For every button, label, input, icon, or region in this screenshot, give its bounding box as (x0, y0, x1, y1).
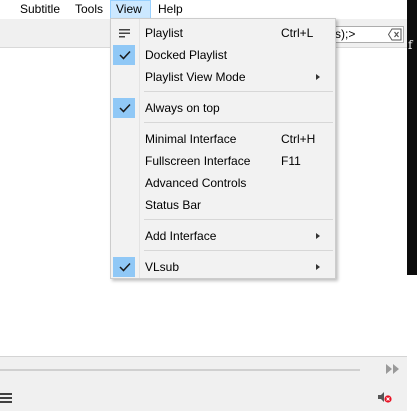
menu-item-advanced-controls[interactable]: Advanced Controls (111, 172, 335, 194)
menu-separator (144, 122, 333, 123)
menu-item-label: Fullscreen Interface (145, 154, 251, 168)
menu-item-label: VLsub (145, 260, 180, 274)
submenu-arrow-icon (316, 264, 320, 270)
menu-item-always-on-top[interactable]: Always on top (111, 97, 335, 119)
menu-item-label: Always on top (145, 101, 220, 115)
clear-search-icon[interactable] (387, 28, 402, 41)
menu-item-status-bar[interactable]: Status Bar (111, 194, 335, 216)
menu-item-shortcut: F11 (281, 154, 301, 168)
menu-item-label: Playlist (145, 26, 184, 40)
menu-item-label: Docked Playlist (145, 48, 228, 62)
background-glyph: f (408, 38, 413, 52)
seek-forward-icon[interactable] (386, 363, 400, 377)
submenu-arrow-icon (316, 74, 320, 80)
menu-item-docked-playlist[interactable]: Docked Playlist (111, 44, 335, 66)
menu-view[interactable]: View (110, 0, 151, 19)
menu-bar: Subtitle Tools View Help (0, 0, 407, 19)
menu-item-playlist[interactable]: Playlist Ctrl+L (111, 22, 335, 44)
menu-item-label: Status Bar (145, 198, 202, 212)
menu-item-add-interface[interactable]: Add Interface (111, 225, 335, 247)
menu-item-shortcut: Ctrl+L (281, 26, 314, 40)
seek-bar-area (0, 356, 407, 383)
menu-item-label: Playlist View Mode (145, 70, 246, 84)
menu-item-label: Minimal Interface (145, 132, 237, 146)
menu-item-label: Add Interface (145, 229, 217, 243)
menu-separator (144, 250, 333, 251)
controls-bar (0, 382, 407, 411)
checkmark-icon (113, 257, 135, 277)
view-menu: Playlist Ctrl+L Docked Playlist Playlist… (110, 18, 336, 279)
menu-item-minimal-interface[interactable]: Minimal Interface Ctrl+H (111, 128, 335, 150)
playlist-lines-icon (119, 28, 131, 42)
menu-separator (144, 91, 333, 92)
menu-subtitle[interactable]: Subtitle (15, 0, 65, 19)
background-window: f (407, 0, 417, 275)
search-value: s);> (335, 27, 356, 41)
submenu-arrow-icon (316, 233, 320, 239)
menu-item-vlsub[interactable]: VLsub (111, 256, 335, 278)
seek-slider[interactable] (0, 369, 360, 371)
menu-item-fullscreen-interface[interactable]: Fullscreen Interface F11 (111, 150, 335, 172)
checkmark-icon (113, 45, 135, 65)
menu-help[interactable]: Help (153, 0, 188, 19)
menu-tools[interactable]: Tools (70, 0, 108, 19)
menu-item-label: Advanced Controls (145, 176, 247, 190)
menu-item-shortcut: Ctrl+H (281, 132, 316, 146)
search-input[interactable]: s);> (330, 26, 404, 43)
mute-icon[interactable] (378, 391, 392, 406)
playlist-toggle-icon[interactable] (0, 392, 12, 407)
checkmark-icon (113, 98, 135, 118)
menu-item-playlist-view-mode[interactable]: Playlist View Mode (111, 66, 335, 88)
menu-separator (144, 219, 333, 220)
